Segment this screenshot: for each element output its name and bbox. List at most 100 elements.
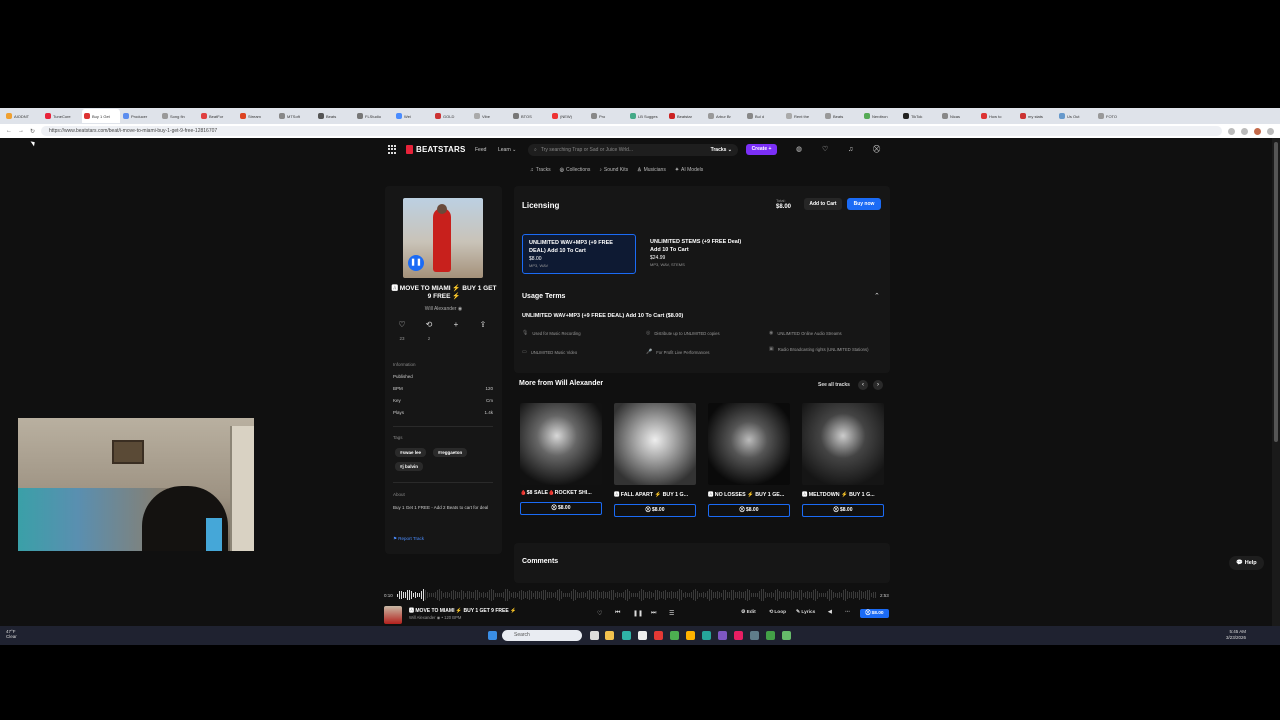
scrollbar-thumb[interactable] [1274, 142, 1278, 442]
browser-tab[interactable]: How to [979, 109, 1017, 123]
add-to-playlist-icon[interactable]: + [449, 320, 463, 329]
browser-tab[interactable]: Pro [589, 109, 627, 123]
browser-tab[interactable]: FOTO [1096, 109, 1134, 123]
browser-tab[interactable]: Bul d [745, 109, 783, 123]
more-options-icon[interactable]: ⋯ [845, 610, 850, 615]
subnav-collections[interactable]: ◎ Collections [560, 167, 591, 173]
track-price-button[interactable]: ⛒ $8.00 [802, 504, 884, 517]
browser-tab[interactable]: Producer [121, 109, 159, 123]
browser-tab[interactable]: BTOS [511, 109, 549, 123]
bookmark-icon[interactable] [1228, 127, 1235, 135]
notifications-icon[interactable]: ♫ [848, 146, 856, 153]
browser-tab[interactable]: FLStudio [355, 109, 393, 123]
file-explorer-icon[interactable] [605, 631, 614, 640]
browser-tab[interactable]: AIODNT [4, 109, 42, 123]
browser-tab[interactable]: Nicas [940, 109, 978, 123]
browser-tab[interactable]: Us Out [1057, 109, 1095, 123]
nav-feed[interactable]: Feed [475, 147, 486, 153]
search-scope-dropdown[interactable]: Tracks ⌄ [711, 147, 732, 153]
loop-button[interactable]: ⟲ Loop [769, 610, 786, 615]
browser-tab[interactable]: Beatstar [667, 109, 705, 123]
browser-tab[interactable]: MTSoft [277, 109, 315, 123]
browser-tab[interactable]: Beats [823, 109, 861, 123]
heart-icon[interactable]: ♡ [822, 146, 830, 153]
browser-tab[interactable]: Nerdtron [862, 109, 900, 123]
track-card[interactable]: 🩸$8 SALE🩸ROCKET SHI... ⛒ $8.00 [520, 403, 602, 515]
carousel-next-icon[interactable]: › [873, 380, 883, 390]
track-title[interactable]: 🩸$8 SALE🩸ROCKET SHI... [520, 490, 602, 496]
search-bar[interactable]: ⌕ Try searching Trap or Sad or Juice Wrl… [528, 144, 738, 156]
lyrics-button[interactable]: ✎ Lyrics [796, 610, 815, 615]
track-price-button[interactable]: ⛒ $8.00 [520, 502, 602, 515]
browser-tab[interactable]: Wei [394, 109, 432, 123]
steam-icon[interactable] [750, 631, 759, 640]
collapse-chevron-icon[interactable]: ⌃ [874, 292, 880, 300]
pause-icon[interactable]: ❚❚ [633, 610, 643, 617]
app-icon[interactable] [686, 631, 695, 640]
cart-icon[interactable]: ⛒ [873, 146, 881, 153]
next-icon[interactable]: ⏭ [651, 610, 656, 617]
search-input[interactable]: Try searching Trap or Sad or Juice Wrld.… [541, 147, 633, 153]
browser-tab[interactable]: TuneCore [43, 109, 81, 123]
track-title[interactable]: 🅰 NO LOSSES ⚡ BUY 1 GE... [708, 490, 790, 498]
license-option-wav-mp3[interactable]: UNLIMITED WAV+MP3 (+9 FREE DEAL) Add 10 … [522, 234, 636, 274]
track-title[interactable]: 🅰 MELTDOWN ⚡ BUY 1 G... [802, 490, 884, 498]
tag-chip[interactable]: #j balvin [395, 462, 424, 471]
like-icon[interactable]: ♡ [395, 320, 409, 329]
beatstars-logo[interactable]: BEATSTARS [406, 145, 466, 154]
app-icon[interactable] [734, 631, 743, 640]
weather-widget[interactable]: 47°F Clear [6, 629, 17, 639]
browser-tab[interactable]: TikTok [901, 109, 939, 123]
browser-tab[interactable]: (NEW) [550, 109, 588, 123]
globe-icon[interactable]: ◍ [796, 146, 804, 153]
artist-name[interactable]: Will Alexander ◉ [385, 306, 502, 312]
track-card[interactable]: 🅰 FALL APART ⚡ BUY 1 G... ⛒ $8.00 [614, 403, 696, 517]
reload-button[interactable]: ↻ [30, 128, 35, 135]
browser-tab[interactable]: GOLD [433, 109, 471, 123]
track-price-button[interactable]: ⛒ $8.00 [708, 504, 790, 517]
chrome-icon[interactable] [670, 631, 679, 640]
nav-learn[interactable]: Learn ⌄ [498, 147, 516, 153]
tag-chip[interactable]: #reggaeton [433, 448, 468, 457]
track-card[interactable]: 🅰 MELTDOWN ⚡ BUY 1 G... ⛒ $8.00 [802, 403, 884, 517]
queue-icon[interactable]: ☰ [669, 610, 674, 617]
track-card[interactable]: 🅰 NO LOSSES ⚡ BUY 1 GE... ⛒ $8.00 [708, 403, 790, 517]
address-bar[interactable]: https://www.beatstars.com/beat/i-move-to… [41, 126, 1222, 136]
extensions-icon[interactable] [1241, 127, 1248, 135]
store-icon[interactable] [638, 631, 647, 640]
track-artwork[interactable] [520, 403, 602, 485]
system-clock[interactable]: 5:45 AM 3/23/2026 [1226, 629, 1246, 641]
start-icon[interactable] [488, 631, 497, 640]
taskbar-search[interactable]: Search [502, 630, 582, 641]
subnav-musicians[interactable]: ♙ Musicians [637, 167, 666, 173]
browser-tab[interactable]: Song fin [160, 109, 198, 123]
subnav-tracks[interactable]: ♫ Tracks [530, 167, 551, 173]
browser-tab[interactable]: Arbur Br [706, 109, 744, 123]
browser-tab[interactable]: BeatFor [199, 109, 237, 123]
track-price-button[interactable]: ⛒ $8.00 [614, 504, 696, 517]
share-icon[interactable]: ⇪ [476, 320, 490, 329]
app-icon[interactable] [766, 631, 775, 640]
previous-icon[interactable]: ⏮ [615, 610, 620, 617]
browser-tab[interactable]: LB Sugges [628, 109, 666, 123]
repost-icon[interactable]: ⟲ [422, 320, 436, 329]
browser-tab[interactable]: Buy 1 Get [82, 109, 120, 123]
profile-avatar[interactable] [1254, 127, 1261, 135]
browser-tab[interactable]: Beats [316, 109, 354, 123]
create-button[interactable]: Create + [746, 144, 777, 155]
browser-tab[interactable]: my stats [1018, 109, 1056, 123]
track-title[interactable]: 🅰 FALL APART ⚡ BUY 1 G... [614, 490, 696, 498]
track-artwork[interactable] [802, 403, 884, 485]
see-all-tracks-link[interactable]: See all tracks [818, 382, 850, 388]
track-artwork[interactable] [614, 403, 696, 485]
task-view-icon[interactable] [590, 631, 599, 640]
browser-tab[interactable]: Vibe [472, 109, 510, 123]
pause-button[interactable]: ❚❚ [408, 255, 424, 271]
help-button[interactable]: 💬 Help [1229, 556, 1264, 570]
tag-chip[interactable]: #swae lee [395, 448, 427, 457]
subnav-sound-kits[interactable]: ♪ Sound Kits [599, 167, 628, 173]
player-artist[interactable]: Will Alexander ◉ • 120 BPM [409, 615, 461, 620]
carousel-prev-icon[interactable]: ‹ [858, 380, 868, 390]
browser-tab[interactable]: Rent the [784, 109, 822, 123]
player-track-title[interactable]: 🅰 MOVE TO MIAMI ⚡ BUY 1 GET 9 FREE ⚡ [409, 607, 516, 614]
